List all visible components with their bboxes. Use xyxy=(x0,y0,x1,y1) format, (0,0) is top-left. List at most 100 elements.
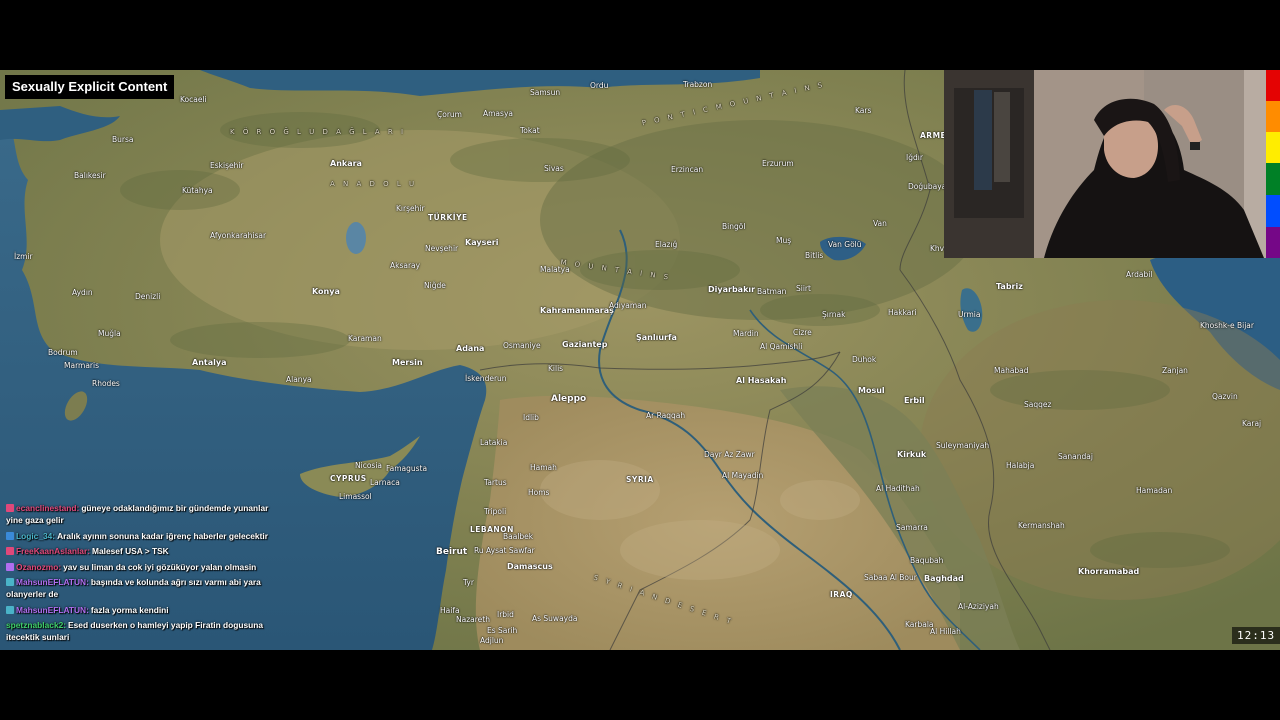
map-label-bursa: Bursa xyxy=(112,135,134,144)
map-label-erzurum: Erzurum xyxy=(762,159,794,168)
map-label-balikesir: Balıkesir xyxy=(74,171,106,180)
chat-message: FreeKaanAslanlar: Malesef USA > TSK xyxy=(6,545,276,557)
stream-clock: 12:13 xyxy=(1232,627,1280,644)
map-label-nazareth: Nazareth xyxy=(456,615,490,624)
chat-badge-icon xyxy=(6,531,14,540)
chat-text: fazla yorma kendini xyxy=(90,604,169,615)
map-label-hamah: Hamah xyxy=(530,463,557,472)
map-label-ar-raqqah: Ar Raqqah xyxy=(646,411,686,420)
map-label-kahramanmaras: Kahramanmaraş xyxy=(540,306,614,315)
map-label-denizli: Denizli xyxy=(135,292,161,301)
map-label-khorramabad: Khorramabad xyxy=(1078,567,1140,576)
chat-username: MahsunEFLATUN: xyxy=(16,604,89,615)
chat-message: spetznablack2: Esed duserken o hamleyi ya… xyxy=(6,619,276,643)
map-label-al-qamishli: Al Qamishli xyxy=(760,342,803,351)
map-label-saqqez: Saqqez xyxy=(1024,400,1052,409)
map-label-halabja: Halabja xyxy=(1006,461,1035,470)
map-label-van-golu: Van Gölü xyxy=(828,240,862,249)
map-label-karaman: Karaman xyxy=(348,334,382,343)
pride-stripe-green xyxy=(1266,163,1280,195)
map-label-urmia: Urmia xyxy=(958,310,981,319)
map-label-limassol: Limassol xyxy=(339,492,372,501)
map-label-sanliurfa: Şanlıurfa xyxy=(636,333,677,342)
map-label-bingol: Bingöl xyxy=(722,222,746,231)
map-label-mahabad: Mahabad xyxy=(994,366,1029,375)
map-label-al-mayadin: Al Mayadin xyxy=(722,471,764,480)
map-label-erzincan: Erzincan xyxy=(671,165,704,174)
map-label-zanjan: Zanjan xyxy=(1162,366,1188,375)
map-label-karaj: Karaj xyxy=(1242,419,1262,428)
chat-overlay: ecanclinestand: güneye odaklandığımız bir… xyxy=(6,502,276,647)
map-label-bitlis: Bitlis xyxy=(805,251,824,260)
map-label-hakkari: Hakkari xyxy=(888,308,917,317)
map-label-larnaca: Larnaca xyxy=(370,478,400,487)
map-label-aksaray: Aksaray xyxy=(390,261,421,270)
map-label-adiyaman: Adıyaman xyxy=(609,301,647,310)
map-label-gaziantep: Gaziantep xyxy=(562,340,608,349)
map-label-al-aziziyah: Al-Aziziyah xyxy=(958,602,999,611)
chat-message: MahsunEFLATUN: fazla yorma kendini xyxy=(6,604,276,616)
chat-username: Ozanozmo: xyxy=(16,561,62,572)
map-label-kutahya: Kütahya xyxy=(182,186,213,195)
map-label-igdir: Iğdır xyxy=(906,153,923,162)
map-label-osmaniye: Osmaniye xyxy=(503,341,541,350)
map-label-iraq: IRAQ xyxy=(830,590,853,599)
chat-username: MahsunEFLATUN: xyxy=(16,577,89,587)
map-label-nigde: Niğde xyxy=(424,281,446,290)
map-label-ardabil: Ardabil xyxy=(1126,270,1153,279)
map-label-izmir: İzmir xyxy=(14,252,33,261)
map-label-marmaris: Marmaris xyxy=(64,361,99,370)
map-label-kocaeli: Kocaeli xyxy=(180,95,207,104)
map-label-trabzon: Trabzon xyxy=(683,80,713,89)
map-label-tripoli: Tripoli xyxy=(484,507,507,516)
pride-stripe-yellow xyxy=(1266,132,1280,163)
map-label-nicosia: Nicosia xyxy=(355,461,382,470)
content-warning-label: Sexually Explicit Content xyxy=(5,75,175,99)
map-label-ordu: Ordu xyxy=(590,81,609,90)
map-label-anadolu: A N A D O L U xyxy=(330,180,418,188)
map-label-cizre: Cizre xyxy=(793,328,812,337)
chat-message: Logic_34: Aralık ayının sonuna kadar iğre… xyxy=(6,530,276,542)
webcam-feed xyxy=(944,70,1280,258)
map-label-alanya: Alanya xyxy=(286,375,312,384)
map-label-mersin: Mersin xyxy=(392,358,423,367)
map-label-dayr-az-zawr: Dayr Az Zawr xyxy=(704,450,755,459)
map-label-sirnak: Şırnak xyxy=(822,310,846,319)
map-label-corum: Çorum xyxy=(437,110,462,119)
map-label-kilis: Kilis xyxy=(548,364,564,373)
map-label-kars: Kars xyxy=(855,106,872,115)
map-label-kayseri: Kayseri xyxy=(465,238,499,247)
stream-scene: K Ö R O Ğ L U D A Ğ L A R I P O N T I C … xyxy=(0,70,1280,650)
map-label-malatya: Malatya xyxy=(540,265,570,274)
map-label-famagusta: Famagusta xyxy=(386,464,428,473)
chat-text: yav su liman da cok iyi gözüküyor yalan … xyxy=(63,561,257,572)
map-label-samsun: Samsun xyxy=(530,88,561,97)
map-label-sabaa-al-bour: Sabaa Al Bour xyxy=(864,573,917,582)
map-label-konya: Konya xyxy=(312,287,340,296)
map-label-afyon: Afyonkarahisar xyxy=(210,231,267,240)
map-label-batman: Batman xyxy=(757,287,787,296)
map-label-as-suwayda: As Suwayda xyxy=(532,614,578,623)
map-label-idlib: Idlib xyxy=(523,413,539,422)
map-label-cyprus: CYPRUS xyxy=(330,474,367,483)
chat-username: Logic_34: xyxy=(16,530,56,541)
map-label-latakia: Latakia xyxy=(480,438,508,447)
map-label-sanandaj: Sanandaj xyxy=(1058,452,1093,461)
map-label-siirt: Siirt xyxy=(796,284,811,293)
map-label-aydin: Aydın xyxy=(72,288,93,297)
pride-stripe-orange xyxy=(1266,101,1280,132)
map-label-samarra: Samarra xyxy=(896,523,928,532)
map-label-rasht: Khoshk-e Bijar xyxy=(1200,321,1254,330)
map-label-al-hillah: Al Hillah xyxy=(930,627,961,636)
map-label-qazvin: Qazvin xyxy=(1212,392,1238,401)
map-label-sulaymaniyah: Suleymaniyah xyxy=(936,441,990,450)
chat-username: spetznablack2: xyxy=(6,620,67,630)
map-label-irbid: Irbid xyxy=(497,610,514,619)
map-label-koroglu: K Ö R O Ğ L U D A Ğ L A R I xyxy=(230,128,407,136)
map-label-van: Van xyxy=(873,219,887,228)
chat-badge-icon xyxy=(6,605,14,614)
chat-badge-icon xyxy=(6,504,14,512)
map-label-baghdad: Baghdad xyxy=(924,574,964,583)
chat-badge-icon xyxy=(6,562,14,571)
map-label-syria: SYRIA xyxy=(626,475,654,484)
